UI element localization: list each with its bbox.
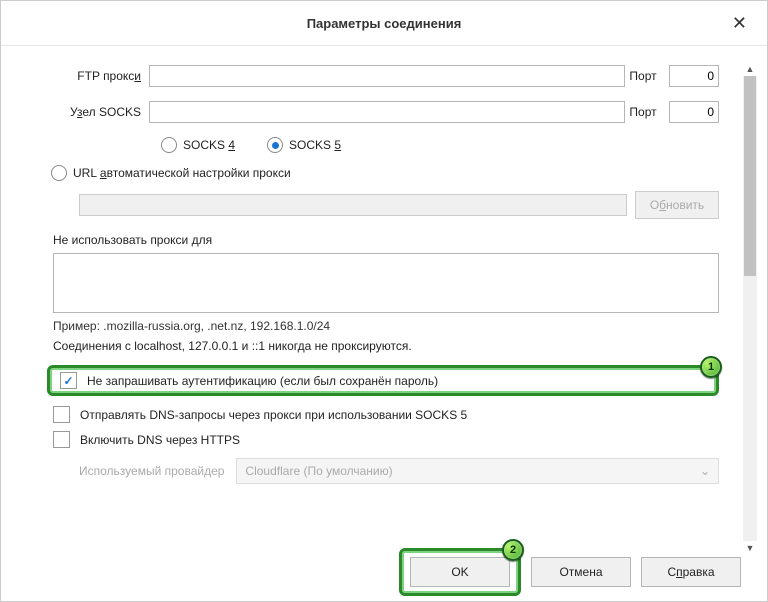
pac-url-label: URL автоматической настройки прокси: [73, 166, 291, 180]
vertical-scrollbar[interactable]: ▲ ▼: [743, 76, 757, 541]
socks4-label: SOCKS 4: [183, 138, 235, 152]
ok-button-highlight: OK 2: [399, 548, 521, 596]
chevron-down-icon: ⌄: [700, 464, 710, 478]
doh-provider-row: Используемый провайдер Cloudflare (По ум…: [1, 452, 739, 488]
socks-host-label: Узел SOCKS: [21, 105, 149, 119]
auth-checkbox-label: Не запрашивать аутентификацию (если был …: [87, 374, 438, 388]
ftp-proxy-label: FTP прокси: [21, 69, 149, 83]
noproxy-local-note: Соединения с localhost, 127.0.0.1 и ::1 …: [1, 339, 739, 365]
pac-radio-row: URL автоматической настройки прокси: [1, 165, 739, 191]
auth-checkbox-highlight: ✓ Не запрашивать аутентификацию (если бы…: [47, 365, 719, 396]
pac-url-input: [79, 194, 627, 216]
dns-socks5-label: Отправлять DNS-запросы через прокси при …: [80, 408, 467, 422]
help-button[interactable]: Справка: [641, 557, 741, 587]
noproxy-label: Не использовать прокси для: [1, 233, 739, 253]
socks-port-input[interactable]: [669, 101, 719, 123]
scroll-thumb[interactable]: [744, 76, 756, 276]
doh-checkbox[interactable]: [53, 431, 70, 448]
annotation-badge-2: 2: [502, 539, 524, 561]
doh-provider-value: Cloudflare (По умолчанию): [245, 464, 392, 478]
pac-input-row: Обновить: [1, 191, 739, 233]
socks5-label: SOCKS 5: [289, 138, 341, 152]
radio-icon: [51, 165, 67, 181]
auth-checkbox[interactable]: ✓: [60, 372, 77, 389]
ftp-port-input[interactable]: [669, 65, 719, 87]
close-icon[interactable]: ✕: [726, 11, 753, 36]
socks-host-input[interactable]: [149, 101, 625, 123]
dns-socks5-checkbox[interactable]: [53, 406, 70, 423]
doh-provider-select: Cloudflare (По умолчанию) ⌄: [236, 458, 719, 484]
dialog-title: Параметры соединения: [307, 16, 462, 31]
noproxy-textarea[interactable]: [53, 253, 719, 313]
noproxy-example: Пример: .mozilla-russia.org, .net.nz, 19…: [1, 319, 739, 339]
doh-provider-label: Используемый провайдер: [79, 464, 224, 478]
dialog-content: FTP прокси Порт Узел SOCKS Порт SOCKS 4 …: [1, 45, 739, 543]
doh-row: Включить DNS через HTTPS: [1, 427, 739, 452]
socks4-radio[interactable]: SOCKS 4: [161, 137, 235, 153]
ftp-port-label: Порт: [625, 69, 669, 83]
doh-label: Включить DNS через HTTPS: [80, 433, 240, 447]
connection-settings-dialog: Параметры соединения ✕ FTP прокси Порт У…: [0, 0, 768, 602]
dialog-footer: OK 2 Отмена Справка: [1, 543, 767, 601]
scroll-up-icon[interactable]: ▲: [743, 62, 757, 76]
socks-port-label: Порт: [625, 105, 669, 119]
dns-socks5-row: Отправлять DNS-запросы через прокси при …: [1, 402, 739, 427]
radio-icon: [267, 137, 283, 153]
socks5-radio[interactable]: SOCKS 5: [267, 137, 341, 153]
ok-button[interactable]: OK: [410, 557, 510, 587]
titlebar: Параметры соединения ✕: [1, 1, 767, 46]
socks-host-row: Узел SOCKS Порт: [1, 101, 739, 137]
refresh-button: Обновить: [635, 191, 719, 219]
pac-url-radio[interactable]: URL автоматической настройки прокси: [51, 165, 291, 181]
radio-icon: [161, 137, 177, 153]
ftp-proxy-input[interactable]: [149, 65, 625, 87]
socks-version-row: SOCKS 4 SOCKS 5: [1, 137, 739, 165]
ftp-proxy-row: FTP прокси Порт: [1, 65, 739, 101]
cancel-button[interactable]: Отмена: [531, 557, 631, 587]
annotation-badge-1: 1: [700, 356, 722, 378]
